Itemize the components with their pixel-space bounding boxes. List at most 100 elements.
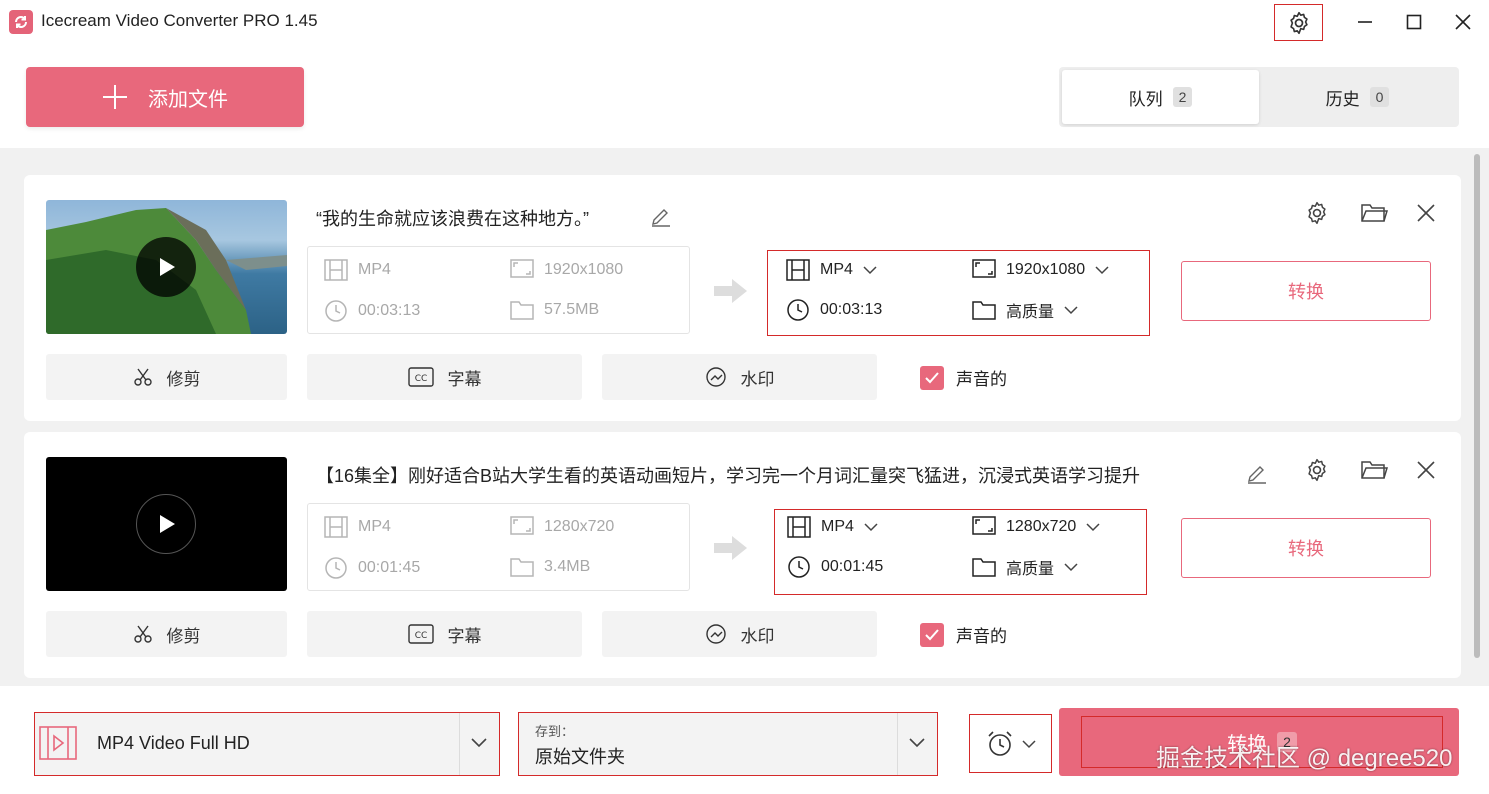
minimize-icon — [1358, 21, 1372, 23]
subtitle-label: 字幕 — [447, 626, 482, 646]
play-icon[interactable] — [136, 237, 196, 297]
output-quality: 高质量 — [1006, 304, 1055, 321]
minimize-button[interactable] — [1350, 8, 1380, 36]
maximize-icon — [1406, 14, 1422, 30]
output-quality-select[interactable]: 高质量 — [972, 298, 1078, 322]
resolution-icon — [510, 516, 534, 535]
remove-item-icon[interactable] — [1416, 460, 1436, 480]
tab-queue-count: 2 — [1172, 87, 1193, 107]
output-format-select[interactable]: MP4 — [787, 516, 878, 538]
clock-icon — [788, 556, 810, 578]
audio-checkbox[interactable]: 声音的 — [920, 622, 1007, 647]
trim-button[interactable]: 修剪 — [46, 354, 287, 400]
queue-item: “我的生命就应该浪费在这种地方。” MP4 1920x1080 00:03:13… — [24, 175, 1461, 421]
item-settings-icon[interactable] — [1304, 200, 1330, 226]
resolution-icon — [972, 259, 996, 278]
watermark-button[interactable]: 水印 — [602, 611, 877, 657]
save-to-label: 存到： — [535, 724, 575, 739]
clock-icon — [325, 300, 347, 322]
tab-queue[interactable]: 队列 2 — [1062, 70, 1259, 124]
convert-item-button[interactable]: 转换 — [1181, 518, 1431, 578]
gear-icon — [1289, 11, 1308, 34]
subtitle-button[interactable]: CC 字幕 — [307, 611, 582, 657]
film-icon — [787, 516, 811, 538]
chevron-down-icon — [863, 266, 877, 275]
folder-icon — [510, 558, 534, 577]
schedule-button[interactable] — [969, 714, 1052, 773]
output-duration-field[interactable]: 00:03:13 — [786, 298, 882, 322]
alarm-clock-icon — [987, 730, 1012, 756]
scissors-icon — [133, 368, 152, 386]
open-folder-icon[interactable] — [1360, 457, 1388, 483]
tab-history-count: 0 — [1369, 87, 1390, 107]
audio-label: 声音的 — [956, 627, 1007, 646]
tab-history[interactable]: 历史 0 — [1259, 70, 1456, 124]
source-duration: 00:01:45 — [358, 559, 421, 576]
play-icon[interactable] — [136, 494, 196, 554]
remove-item-icon[interactable] — [1416, 203, 1436, 223]
video-thumbnail[interactable] — [46, 200, 287, 334]
save-to-value: 原始文件夹 — [535, 747, 625, 767]
source-size: 3.4MB — [544, 558, 591, 575]
chevron-down-icon — [1021, 739, 1036, 748]
cc-icon: CC — [407, 624, 434, 644]
folder-icon — [972, 301, 996, 320]
arrow-right-icon — [714, 279, 747, 303]
item-settings-icon[interactable] — [1304, 457, 1330, 483]
chevron-down-icon — [1086, 523, 1100, 532]
clock-icon — [787, 299, 809, 321]
source-duration: 00:03:13 — [358, 302, 421, 319]
chevron-down-icon — [1095, 266, 1109, 275]
maximize-button[interactable] — [1399, 8, 1429, 36]
watermark-label: 水印 — [740, 369, 775, 389]
title-bar: Icecream Video Converter PRO 1.45 — [0, 0, 1489, 44]
tab-queue-label: 队列 — [1128, 89, 1163, 109]
trim-button[interactable]: 修剪 — [46, 611, 287, 657]
trim-label: 修剪 — [166, 626, 201, 646]
audio-label: 声音的 — [956, 370, 1007, 389]
video-file-icon — [39, 726, 77, 760]
output-format-select[interactable]: MP4 — [786, 259, 877, 281]
output-quality-select[interactable]: 高质量 — [972, 555, 1078, 579]
edit-title-icon[interactable] — [1246, 462, 1268, 484]
trim-label: 修剪 — [166, 369, 201, 389]
app-title: Icecream Video Converter PRO 1.45 — [41, 11, 318, 30]
resolution-icon — [972, 516, 996, 535]
chevron-down-icon — [1064, 563, 1078, 572]
plus-icon — [103, 85, 127, 109]
chevron-down-icon — [1064, 306, 1078, 315]
folder-icon — [510, 301, 534, 320]
film-icon — [786, 259, 810, 281]
watermark-icon — [705, 367, 726, 387]
output-settings: MP4 1280x720 00:01:45 高质量 — [774, 509, 1147, 595]
watermark-button[interactable]: 水印 — [602, 354, 877, 400]
watermark-text: 掘金技术社区 @ degree520 — [1156, 745, 1453, 772]
preset-select[interactable]: MP4 Video Full HD — [34, 712, 500, 776]
folder-icon — [972, 558, 996, 577]
scrollbar[interactable] — [1474, 154, 1480, 658]
output-resolution-select[interactable]: 1920x1080 — [972, 259, 1109, 281]
save-location-select[interactable]: 存到： 原始文件夹 — [518, 712, 938, 776]
output-resolution: 1920x1080 — [1006, 261, 1086, 278]
edit-title-icon[interactable] — [650, 205, 672, 227]
resolution-icon — [510, 259, 534, 278]
film-icon — [324, 259, 348, 281]
arrow-right-icon — [714, 536, 747, 560]
chevron-down-icon — [471, 738, 487, 748]
cc-icon: CC — [407, 367, 434, 387]
item-title: 【16集全】刚好适合B站大学生看的英语动画短片，学习完一个月词汇量突飞猛进，沉浸… — [316, 466, 1141, 486]
open-folder-icon[interactable] — [1360, 200, 1388, 226]
convert-item-button[interactable]: 转换 — [1181, 261, 1431, 321]
subtitle-button[interactable]: CC 字幕 — [307, 354, 582, 400]
video-thumbnail[interactable] — [46, 457, 287, 591]
add-file-button[interactable]: 添加文件 — [26, 67, 304, 127]
source-resolution: 1280x720 — [544, 518, 615, 535]
source-resolution: 1920x1080 — [544, 261, 624, 278]
output-duration-field[interactable]: 00:01:45 — [787, 555, 883, 579]
audio-checkbox[interactable]: 声音的 — [920, 365, 1007, 390]
settings-button[interactable] — [1274, 4, 1323, 41]
close-icon — [1455, 14, 1471, 30]
close-window-button[interactable] — [1448, 8, 1478, 36]
output-resolution-select[interactable]: 1280x720 — [972, 516, 1100, 538]
subtitle-label: 字幕 — [447, 369, 482, 389]
